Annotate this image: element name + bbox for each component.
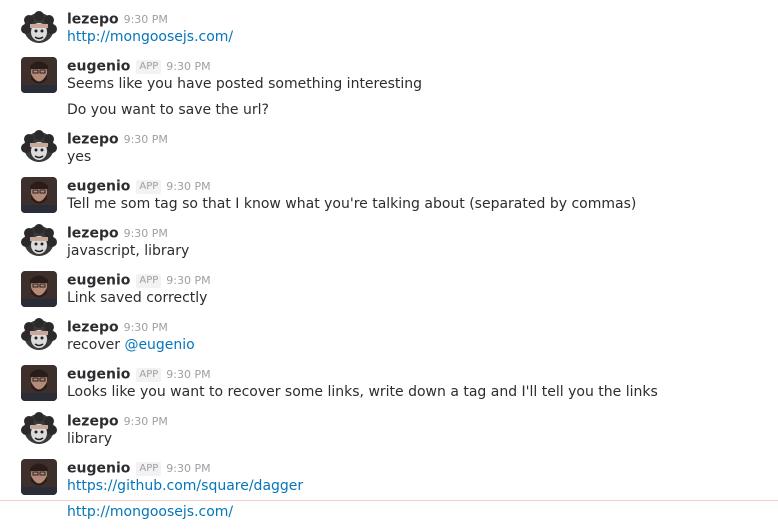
timestamp[interactable]: 9:30 PM (124, 227, 168, 240)
bearded-man-avatar-icon[interactable] (21, 177, 57, 213)
message-body: http://mongoosejs.com/ (67, 503, 233, 521)
message-link[interactable]: http://mongoosejs.com/ (67, 29, 233, 45)
message-header: eugenio APP 9:30 PM (67, 458, 211, 477)
app-badge: APP (136, 461, 162, 476)
author-name[interactable]: eugenio (67, 367, 130, 383)
author-name[interactable]: lezepo (67, 132, 119, 148)
message-body: Seems like you have posted something int… (67, 76, 423, 92)
message-body: Do you want to save the url? (67, 102, 269, 118)
app-badge: APP (136, 273, 162, 288)
afro-face-avatar-icon[interactable] (21, 412, 57, 448)
message-header: eugenio APP 9:30 PM (67, 56, 211, 75)
afro-face-avatar-icon[interactable] (21, 130, 57, 166)
message-body: http://mongoosejs.com/ (67, 28, 233, 46)
message-header: lezepo 9:30 PM (67, 411, 168, 430)
message-body: Tell me som tag so that I know what you'… (67, 196, 637, 212)
timestamp[interactable]: 9:30 PM (124, 13, 168, 26)
new-messages-divider (0, 500, 778, 501)
message-link[interactable]: http://mongoosejs.com/ (67, 504, 233, 520)
timestamp[interactable]: 9:30 PM (166, 368, 210, 381)
timestamp[interactable]: 9:30 PM (124, 133, 168, 146)
author-name[interactable]: eugenio (67, 461, 130, 477)
timestamp[interactable]: 9:30 PM (166, 60, 210, 73)
author-name[interactable]: eugenio (67, 273, 130, 289)
bearded-man-avatar-icon[interactable] (21, 365, 57, 401)
message-text: recover (67, 337, 125, 353)
message-header: eugenio APP 9:30 PM (67, 176, 211, 195)
message-header: lezepo 9:30 PM (67, 317, 168, 336)
message-body: Looks like you want to recover some link… (67, 384, 658, 400)
message-body: javascript, library (67, 243, 190, 259)
message-header: lezepo 9:30 PM (67, 223, 168, 242)
afro-face-avatar-icon[interactable] (21, 224, 57, 260)
author-name[interactable]: lezepo (67, 226, 119, 242)
message-body: https://github.com/square/dagger (67, 477, 303, 495)
timestamp[interactable]: 9:30 PM (124, 415, 168, 428)
timestamp[interactable]: 9:30 PM (166, 180, 210, 193)
bearded-man-avatar-icon[interactable] (21, 271, 57, 307)
author-name[interactable]: lezepo (67, 414, 119, 430)
afro-face-avatar-icon[interactable] (21, 318, 57, 354)
message-link[interactable]: https://github.com/square/dagger (67, 478, 303, 494)
message-body: Link saved correctly (67, 290, 208, 306)
app-badge: APP (136, 179, 162, 194)
message-body: recover @eugenio (67, 336, 195, 354)
message-body: yes (67, 149, 92, 165)
timestamp[interactable]: 9:30 PM (124, 321, 168, 334)
timestamp[interactable]: 9:30 PM (166, 274, 210, 287)
timestamp[interactable]: 9:30 PM (166, 462, 210, 475)
author-name[interactable]: eugenio (67, 59, 130, 75)
message-header: lezepo 9:30 PM (67, 9, 168, 28)
author-name[interactable]: eugenio (67, 179, 130, 195)
bearded-man-avatar-icon[interactable] (21, 57, 57, 93)
message-body: library (67, 431, 113, 447)
author-name[interactable]: lezepo (67, 12, 119, 28)
message-header: eugenio APP 9:30 PM (67, 270, 211, 289)
app-badge: APP (136, 367, 162, 382)
message-header: lezepo 9:30 PM (67, 129, 168, 148)
user-mention[interactable]: @eugenio (124, 337, 194, 353)
author-name[interactable]: lezepo (67, 320, 119, 336)
bearded-man-avatar-icon[interactable] (21, 459, 57, 495)
afro-face-avatar-icon[interactable] (21, 11, 57, 47)
message-header: eugenio APP 9:30 PM (67, 364, 211, 383)
app-badge: APP (136, 59, 162, 74)
